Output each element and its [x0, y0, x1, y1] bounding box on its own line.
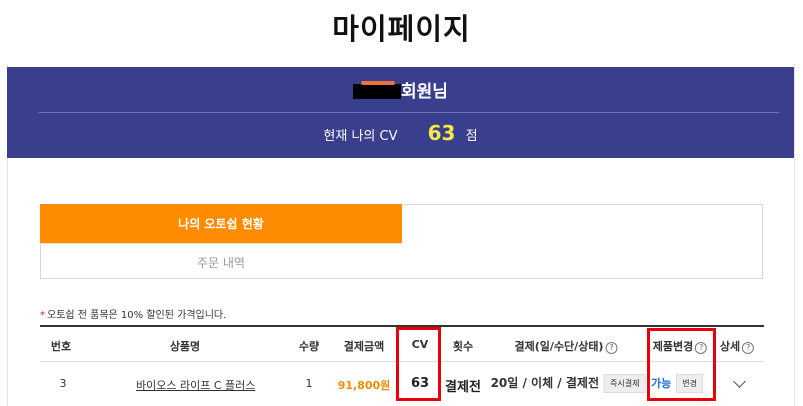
header-no: 번호 [50, 340, 72, 353]
notice-message: 오토쉽 전 품목은 10% 할인된 가격입니다. [47, 310, 227, 321]
header-count: 횟수 [452, 340, 474, 353]
notice-marker: * [40, 310, 45, 321]
tab-autoship-status[interactable]: 나의 오토쉽 현황 [40, 204, 402, 243]
row-no: 3 [59, 377, 67, 390]
header-payment: 결제(일/수단/상태)? [515, 338, 618, 354]
help-circle-icon[interactable]: ? [742, 342, 755, 354]
help-circle-icon[interactable]: ? [605, 342, 618, 354]
payment-info: 20일 / 이체 / 결제전 [490, 376, 599, 390]
member-name-suffix: 회원님 [401, 82, 448, 102]
product-link[interactable]: 바이오스 라이프 C 플러스 [136, 379, 255, 392]
row-count: 결제전 [445, 380, 481, 395]
redacted-member-name [353, 81, 402, 99]
member-cv-row: 현재 나의 CV 63 점 [7, 121, 794, 145]
tab-panel: 나의 오토쉽 현황 주문 내역 [40, 204, 763, 279]
header-payment-label: 결제(일/수단/상태) [514, 340, 604, 353]
header-detail: 상세? [719, 338, 755, 354]
highlight-box-change [647, 328, 716, 401]
row-payment: 20일 / 이체 / 결제전 즉시결제 [491, 374, 646, 393]
header-qty: 수량 [298, 340, 320, 353]
tab-order-history[interactable]: 주문 내역 [40, 243, 402, 280]
cv-unit: 점 [465, 129, 478, 144]
row-product: 바이오스 라이프 C 플러스 [136, 377, 255, 393]
pay-now-button[interactable]: 즉시결제 [603, 374, 646, 393]
highlight-box-cv [396, 327, 441, 401]
header-amount: 결제금액 [343, 340, 385, 353]
row-qty: 1 [305, 377, 313, 390]
row-amount: 91,800원 [337, 379, 391, 392]
notice-text: * 오토쉽 전 품목은 10% 할인된 가격입니다. [40, 306, 226, 321]
page-title: 마이페이지 [332, 12, 471, 46]
cv-value: 63 [427, 121, 456, 145]
header-detail-label: 상세 [719, 340, 741, 353]
member-name-row: 회원님 [7, 77, 794, 102]
cv-label: 현재 나의 CV [323, 129, 398, 144]
member-banner: 회원님 현재 나의 CV 63 점 [7, 67, 794, 158]
banner-divider [38, 112, 779, 113]
header-product: 상품명 [169, 340, 201, 353]
